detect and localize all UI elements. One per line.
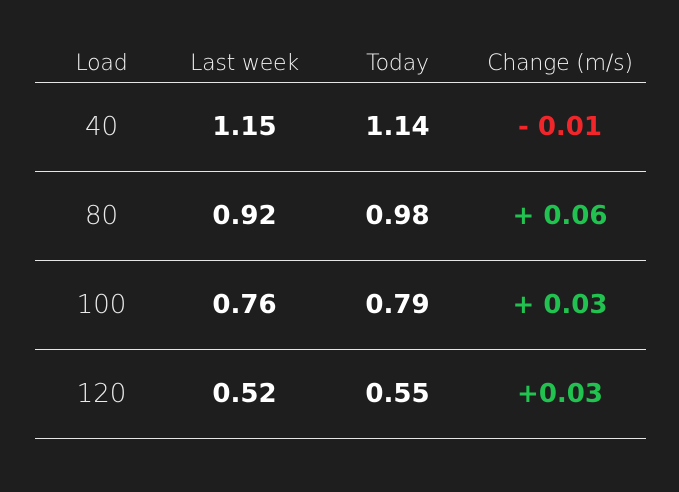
change-cell: + 0.03: [512, 290, 608, 320]
table-row: 80 0.92 0.98 + 0.06: [35, 172, 646, 261]
load-cell: 120: [76, 379, 127, 409]
today-cell: 1.14: [365, 112, 430, 142]
header-today: Today: [366, 50, 429, 76]
last-week-cell: 1.15: [212, 112, 277, 142]
load-cell: 40: [84, 112, 119, 142]
table-row: 40 1.15 1.14 - 0.01: [35, 83, 646, 172]
last-week-cell: 0.76: [212, 290, 277, 320]
load-cell: 100: [76, 290, 127, 320]
change-cell: - 0.01: [518, 112, 602, 142]
header-change: Change (m/s): [487, 50, 633, 76]
today-cell: 0.55: [365, 379, 430, 409]
last-week-cell: 0.92: [212, 201, 277, 231]
last-week-cell: 0.52: [212, 379, 277, 409]
today-cell: 0.79: [365, 290, 430, 320]
header-last-week: Last week: [190, 50, 299, 76]
table-row: 100 0.76 0.79 + 0.03: [35, 261, 646, 350]
table-header-row: Load Last week Today Change (m/s): [35, 44, 646, 83]
load-cell: 80: [84, 201, 119, 231]
today-cell: 0.98: [365, 201, 430, 231]
change-cell: +0.03: [517, 379, 603, 409]
change-cell: + 0.06: [512, 201, 608, 231]
velocity-comparison-table: Load Last week Today Change (m/s) 40 1.1…: [35, 44, 646, 439]
table-row: 120 0.52 0.55 +0.03: [35, 350, 646, 439]
header-load: Load: [75, 50, 128, 76]
